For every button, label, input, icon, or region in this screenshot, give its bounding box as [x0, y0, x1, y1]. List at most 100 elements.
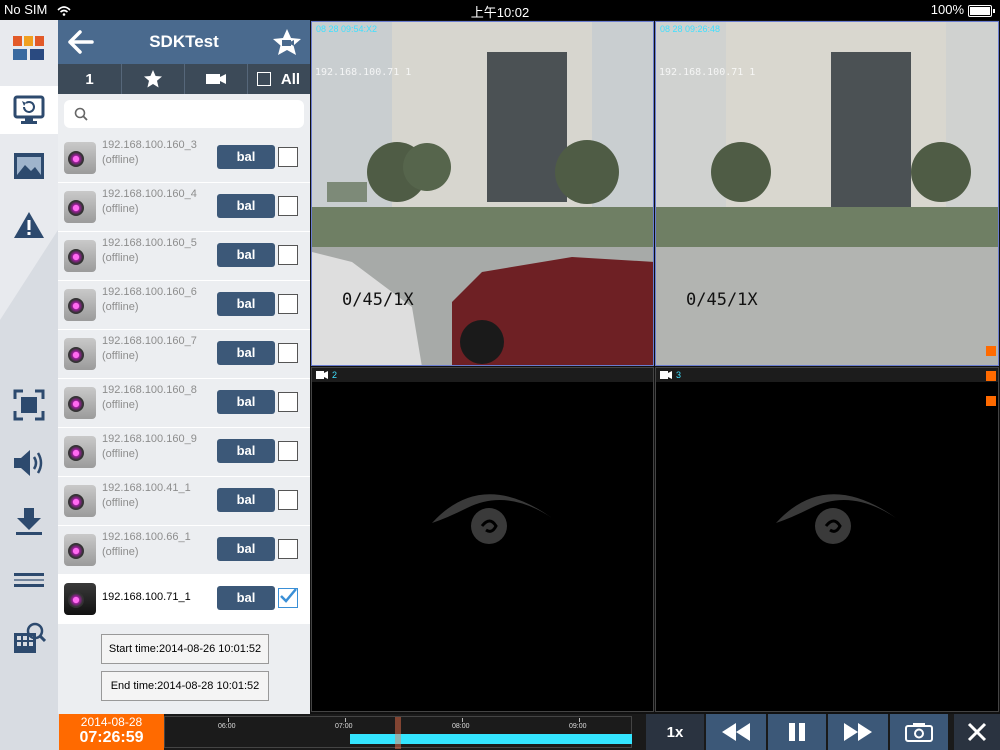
rewind-icon: [722, 723, 750, 741]
device-status: (offline): [102, 252, 139, 264]
favorites-star-icon[interactable]: [272, 27, 302, 57]
battery-status: 100%: [931, 2, 995, 17]
bal-button[interactable]: bal: [217, 292, 275, 316]
rewind-button[interactable]: [706, 714, 766, 750]
panel-header: SDKTest: [58, 20, 310, 64]
fast-forward-icon: [844, 723, 872, 741]
tab-number[interactable]: 1: [58, 64, 122, 94]
device-checkbox[interactable]: [278, 196, 298, 216]
device-name: 192.168.100.71_1: [102, 591, 191, 603]
device-checkbox[interactable]: [278, 245, 298, 265]
bal-button[interactable]: bal: [217, 390, 275, 414]
bal-button[interactable]: bal: [217, 243, 275, 267]
device-checkbox[interactable]: [278, 392, 298, 412]
bal-button[interactable]: bal: [217, 145, 275, 169]
camera-thumbnail-icon: [64, 240, 96, 272]
video-cell-1[interactable]: 08 28 09:54:X2 192.168.100.71 1 0/45/1X: [311, 21, 654, 366]
device-name: 192.168.100.160_9: [102, 433, 197, 445]
playback-images-icon[interactable]: [7, 146, 51, 186]
bal-button[interactable]: bal: [217, 488, 275, 512]
snapshot-button[interactable]: [890, 714, 948, 750]
cell-ip-overlay: 192.168.100.71 1: [315, 67, 412, 78]
star-icon: [143, 70, 162, 88]
fullscreen-icon[interactable]: [7, 385, 51, 425]
tab-all[interactable]: All: [247, 64, 310, 94]
device-status: (offline): [102, 301, 139, 313]
bal-button[interactable]: bal: [217, 537, 275, 561]
device-row[interactable]: 192.168.100.160_7 (offline) bal: [58, 330, 310, 379]
device-name: 192.168.100.160_7: [102, 335, 197, 347]
eye-logo-icon: [776, 494, 896, 544]
device-row[interactable]: 192.168.100.66_1 (offline) bal: [58, 526, 310, 575]
windows-layout-icon[interactable]: [7, 28, 51, 68]
timeline-playhead[interactable]: [395, 717, 401, 749]
recording-segment: [350, 734, 632, 744]
device-row-selected[interactable]: 192.168.100.71_1 bal: [58, 575, 310, 624]
device-row[interactable]: 192.168.100.160_3 (offline) bal: [58, 134, 310, 183]
device-checkbox[interactable]: [278, 490, 298, 510]
cell-timestamp: 08 28 09:26:48: [660, 24, 721, 34]
speed-button[interactable]: 1x: [646, 714, 704, 750]
close-icon: [967, 722, 987, 742]
start-time-button[interactable]: Start time:2014-08-26 10:01:52: [101, 634, 269, 664]
device-checkbox[interactable]: [278, 343, 298, 363]
device-name: 192.168.100.160_5: [102, 237, 197, 249]
device-checkbox-checked[interactable]: [278, 588, 298, 608]
device-name: 192.168.100.160_6: [102, 286, 197, 298]
camera-thumbnail-icon: [64, 338, 96, 370]
device-checkbox[interactable]: [278, 147, 298, 167]
device-checkbox[interactable]: [278, 294, 298, 314]
camera-icon: [205, 74, 226, 84]
device-row[interactable]: 192.168.100.160_4 (offline) bal: [58, 183, 310, 232]
device-status: (offline): [102, 448, 139, 460]
all-checkbox[interactable]: [256, 72, 271, 86]
fast-forward-button[interactable]: [828, 714, 888, 750]
volume-icon[interactable]: [7, 443, 51, 483]
camera-thumbnail-icon: [64, 191, 96, 223]
bal-button[interactable]: bal: [217, 586, 275, 610]
live-view-icon[interactable]: [0, 86, 58, 134]
camera-thumbnail-icon: [64, 485, 96, 517]
ptz-search-icon[interactable]: [7, 618, 51, 658]
current-time: 07:26:59: [79, 729, 144, 746]
device-status: (offline): [102, 154, 139, 166]
tab-cameras[interactable]: [184, 64, 248, 94]
camera-thumbnail-icon: [64, 534, 96, 566]
end-time-button[interactable]: End time:2014-08-28 10:01:52: [101, 671, 269, 701]
cell-osd-text: 0/45/1X: [686, 290, 758, 310]
timeline-scrubber[interactable]: 06:00 07:00 08:00 09:00: [164, 716, 632, 749]
video-cell-3[interactable]: 2: [311, 367, 654, 712]
device-row[interactable]: 192.168.100.160_9 (offline) bal: [58, 428, 310, 477]
bal-button[interactable]: bal: [217, 439, 275, 463]
device-checkbox[interactable]: [278, 441, 298, 461]
device-name: 192.168.100.41_1: [102, 482, 191, 494]
bal-button[interactable]: bal: [217, 341, 275, 365]
timeline-tick: 07:00: [335, 723, 353, 730]
device-checkbox[interactable]: [278, 539, 298, 559]
close-button[interactable]: [954, 714, 1000, 750]
orange-marker: [986, 346, 996, 356]
device-panel: SDKTest 1 All 192.168.100.160_3 (offline…: [58, 20, 310, 714]
device-name: 192.168.100.66_1: [102, 531, 191, 543]
timeline-tick: 08:00: [452, 723, 470, 730]
video-cell-2[interactable]: 08 28 09:26:48 192.168.100.71 1 0/45/1X: [655, 21, 999, 366]
device-row[interactable]: 192.168.100.160_6 (offline) bal: [58, 281, 310, 330]
download-icon[interactable]: [7, 501, 51, 541]
device-row[interactable]: 192.168.100.160_5 (offline) bal: [58, 232, 310, 281]
device-name: 192.168.100.160_4: [102, 188, 197, 200]
cell-osd-text: 0/45/1X: [342, 290, 414, 310]
pause-button[interactable]: [768, 714, 826, 750]
current-datetime: 2014-08-28 07:26:59: [59, 714, 164, 750]
camera-icon: [316, 371, 328, 379]
cell-ip-overlay: 192.168.100.71 1: [659, 67, 756, 78]
video-cell-4[interactable]: 3: [655, 367, 999, 712]
bal-button[interactable]: bal: [217, 194, 275, 218]
device-status: (offline): [102, 546, 139, 558]
device-row[interactable]: 192.168.100.41_1 (offline) bal: [58, 477, 310, 526]
device-row[interactable]: 192.168.100.160_8 (offline) bal: [58, 379, 310, 428]
device-status: (offline): [102, 203, 139, 215]
search-input[interactable]: [64, 100, 304, 128]
alarm-warning-icon[interactable]: [7, 205, 51, 245]
keyboard-icon[interactable]: [7, 560, 51, 600]
tab-favorites[interactable]: [121, 64, 185, 94]
